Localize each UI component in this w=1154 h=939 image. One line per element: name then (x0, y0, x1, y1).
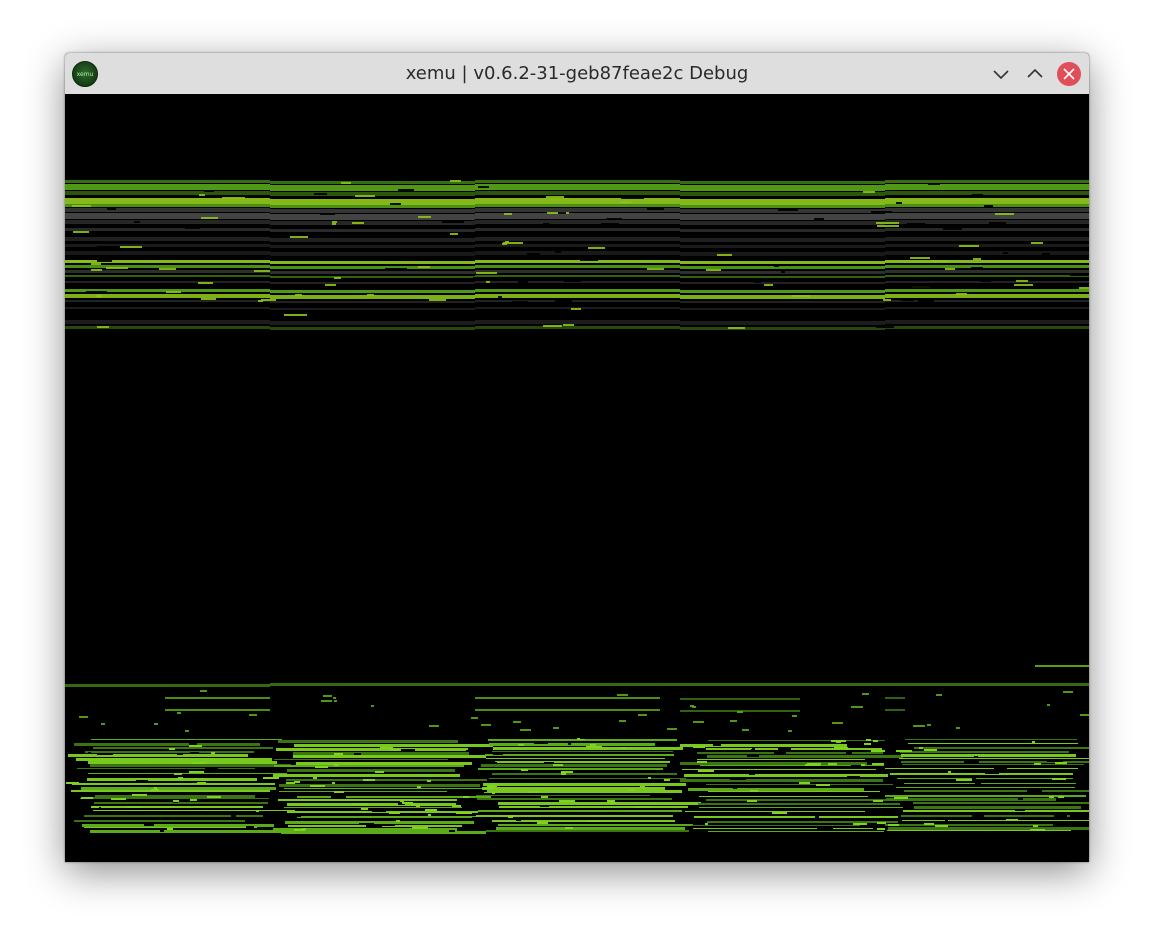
chevron-up-icon (1027, 68, 1043, 78)
glitched-frame (65, 180, 1089, 834)
chevron-down-icon (993, 70, 1009, 80)
minimize-button[interactable] (989, 62, 1013, 86)
title-bar[interactable]: xemu xemu | v0.6.2-31-geb87feae2c Debug (65, 53, 1089, 95)
app-window: xemu xemu | v0.6.2-31-geb87feae2c Debug (65, 53, 1089, 862)
window-title: xemu | v0.6.2-31-geb87feae2c Debug (405, 63, 749, 84)
emulator-display[interactable] (65, 94, 1089, 862)
close-icon (1063, 68, 1075, 80)
close-button[interactable] (1057, 62, 1081, 86)
maximize-button[interactable] (1023, 62, 1047, 86)
